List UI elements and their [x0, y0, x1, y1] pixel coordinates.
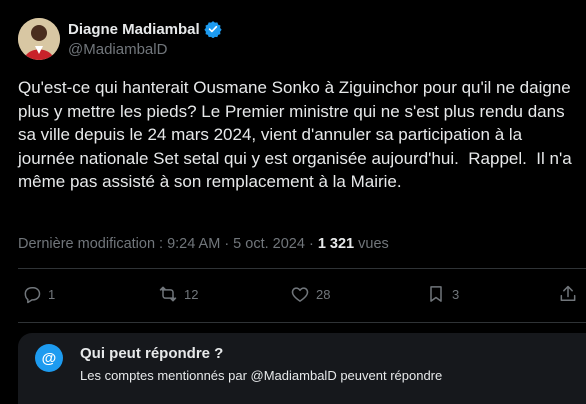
bookmark-count: 3	[452, 286, 460, 302]
repost-button[interactable]: 12	[158, 284, 198, 304]
reply-restriction-title: Qui peut répondre ?	[80, 345, 224, 362]
author-name[interactable]: Diagne Madiambal	[68, 21, 200, 38]
reply-restriction-subtitle: Les comptes mentionnés par @MadiambalD p…	[80, 368, 443, 383]
verified-badge-icon	[204, 20, 222, 38]
tweet-meta: Dernière modification : 9:24 AM · 5 oct.…	[18, 236, 389, 252]
share-button[interactable]	[558, 284, 578, 304]
like-count: 28	[316, 286, 331, 302]
reply-icon	[24, 287, 41, 304]
reply-count: 1	[48, 286, 56, 302]
tweet-text: Qu'est-ce qui hanterait Ousmane Sonko à …	[18, 78, 577, 191]
tweet: Diagne Madiambal @MadiambalD Qu'est-ce q…	[0, 0, 586, 404]
reply-button[interactable]: 1	[22, 284, 55, 304]
divider	[18, 322, 586, 323]
divider	[18, 268, 586, 269]
edited-timestamp[interactable]: Dernière modification : 9:24 AM · 5 oct.…	[18, 236, 318, 252]
share-icon	[560, 285, 576, 301]
avatar[interactable]	[18, 18, 60, 60]
reply-restriction-panel[interactable]: @ Qui peut répondre ? Les comptes mentio…	[18, 333, 586, 404]
bookmark-button[interactable]: 3	[426, 284, 459, 304]
repost-icon	[159, 286, 177, 302]
author-name-row[interactable]: Diagne Madiambal	[68, 20, 222, 38]
views-label: vues	[354, 236, 389, 252]
like-button[interactable]: 28	[290, 284, 330, 304]
action-bar: 1 12 28 3	[18, 284, 580, 308]
repost-count: 12	[184, 286, 199, 302]
like-icon	[291, 287, 309, 302]
bookmark-icon	[430, 286, 442, 302]
author-handle[interactable]: @MadiambalD	[68, 41, 167, 58]
views-count: 1 321	[317, 236, 355, 252]
at-icon: @	[35, 344, 63, 372]
